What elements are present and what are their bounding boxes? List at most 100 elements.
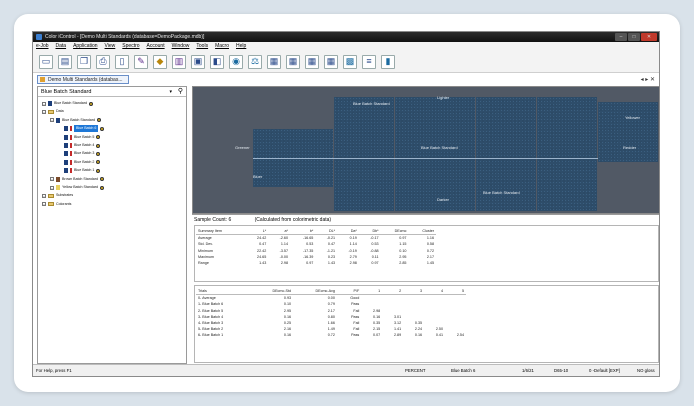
menu-tools[interactable]: Tools [196,42,208,51]
trials-column-header[interactable]: 2 [382,288,404,296]
tree-item[interactable]: – Data [42,108,64,115]
new-doc-icon[interactable]: ▭ [39,54,53,69]
tree-item[interactable]: – Yellow Batch Standard [50,184,105,191]
tree-item[interactable]: Blue Batch 6 [58,125,105,133]
color-swatch-icon [64,134,68,140]
expand-toggle-icon[interactable] [58,144,62,148]
menu-account[interactable]: Account [147,42,165,51]
trials-column-header[interactable]: Trials [196,288,251,296]
report4-icon[interactable]: ▦ [324,54,338,69]
report3-icon[interactable]: ▦ [305,54,319,69]
expand-toggle-icon[interactable]: – [42,109,46,114]
table-row[interactable]: 0- Average 0.93 0.00 Good [196,295,466,302]
table-row[interactable]: Range 1.43 2.98 0.97 1.43 2.98 0.97 2.85 1.45 [196,260,436,266]
measure-icon[interactable]: ✎ [134,54,148,69]
tree-item[interactable]: Blue Batch 2 [58,159,101,166]
tree-item[interactable]: Blue Batch 3 [58,150,101,157]
list-icon[interactable]: ≡ [362,54,376,69]
trials-column-header[interactable]: P/F [336,288,362,296]
standard-selector[interactable]: Blue Batch Standard ▾ ⚲ [38,87,186,97]
menu-ejob[interactable]: e-Job [36,42,49,51]
tree-item[interactable]: – Blue Batch Standard [50,117,101,124]
trials-column-header[interactable]: 5 [445,288,466,296]
menu-view[interactable]: View [105,42,116,51]
close-button[interactable]: ✕ [641,33,657,41]
trials-column-header[interactable]: 3 [403,288,425,296]
table-row[interactable]: Average 24.42 -2.60 -16.65 -0.21 0.19 -0.17 0.9… [196,235,436,242]
summary-column-header[interactable]: Cluster [408,228,436,236]
trials-column-header[interactable]: 1 [361,288,383,296]
open-doc-icon[interactable]: ▤ [58,54,72,69]
display-icon[interactable]: ▣ [191,54,205,69]
expand-toggle-icon[interactable] [58,169,62,173]
tree-item[interactable]: – Colorants [42,201,71,208]
maximize-button[interactable]: □ [628,33,640,41]
document-icon[interactable]: ▯ [115,54,129,69]
report-icon[interactable]: ▦ [267,54,281,69]
summary-header: Sample Count: 6 (Calculated from colorim… [192,214,659,224]
summary-column-header[interactable]: Summary Item [196,228,246,236]
summary-cell: 0.97 [371,261,379,266]
bars-icon[interactable]: ▥ [172,54,186,69]
summary-cell: Average [198,236,212,241]
print-icon[interactable]: ⎙ [96,54,110,69]
trials-column-header[interactable]: DEcmc-Avg [293,288,337,296]
menu-help[interactable]: Help [236,42,246,51]
expand-toggle-icon[interactable] [58,160,62,164]
expand-toggle-icon[interactable] [58,135,62,139]
summary-cell: 24.42 [257,236,267,241]
menu-spectro[interactable]: Spectro [122,42,139,51]
status-gloss: NO gloss [637,368,655,373]
tree-item[interactable]: Blue Batch 4 [58,142,101,149]
minimize-button[interactable]: – [615,33,627,41]
balance-icon[interactable]: ⚖ [248,54,262,69]
table-row[interactable]: 6- Blue Batch 1 0.16 0.72 Pass 0.07 2.89 0.16 0… [196,332,466,338]
expand-toggle-icon[interactable] [58,127,62,131]
grid-icon[interactable]: ▩ [343,54,357,69]
tree-item-label: Blue Batch 5 [74,134,95,139]
menu-data[interactable]: Data [56,42,67,51]
tab-nav-arrows[interactable]: ◂ ▸ ✕ [641,76,655,83]
expand-toggle-icon[interactable]: – [42,202,46,207]
spectro-icon[interactable]: ◆ [153,54,167,69]
title-bar: Color iControl - [Demo Multi Standards (… [33,32,659,42]
expand-toggle-icon[interactable]: – [42,193,46,198]
trials-column-header[interactable]: DEcmc-Std [250,288,294,296]
binoculars-icon[interactable]: ⚲ [178,87,183,97]
menu-application[interactable]: Application [73,42,97,51]
expand-toggle-icon[interactable]: – [50,185,54,190]
summary-column-header[interactable]: Da* [337,228,359,236]
tree-item[interactable]: Blue Batch 5 [58,134,101,141]
color-swatch-icon [56,176,60,182]
summary-column-header[interactable]: DEcmc [380,228,409,236]
copy-icon[interactable]: ❐ [77,54,91,69]
swatch-far-right [598,102,658,162]
summary-column-header[interactable]: DL* [315,228,338,236]
summary-column-header[interactable]: Db* [358,228,381,236]
summary-column-header[interactable]: a* [268,228,290,236]
expand-toggle-icon[interactable]: – [42,101,46,106]
menu-window[interactable]: Window [172,42,190,51]
document-tab[interactable]: Demo Multi Standards (databas... [37,75,130,84]
folder-icon [48,109,54,114]
expand-toggle-icon[interactable] [58,152,62,156]
label-center-standard: Blue Batch Standard [421,145,458,150]
tree-item[interactable]: Blue Batch 1 [58,167,101,174]
compare-icon[interactable]: ◉ [229,54,243,69]
chevron-down-icon[interactable]: ▾ [169,87,172,97]
summary-column-header[interactable]: L* [245,228,269,236]
tree-item[interactable]: – Blue Batch Standard [42,100,93,107]
trials-column-header[interactable]: 4 [424,288,446,296]
tree-item[interactable]: – Substrates [42,192,73,199]
menu-macro[interactable]: Macro [215,42,229,51]
summary-column-header[interactable]: b* [290,228,316,236]
tree-item[interactable]: – Brown Batch Standard [50,176,104,183]
color-swatch-icon [64,159,68,165]
expand-toggle-icon[interactable]: – [50,118,54,123]
expand-toggle-icon[interactable]: – [50,177,54,182]
label-bluer: Bluer [253,174,263,179]
chart-icon[interactable]: ▮ [381,54,395,69]
report2-icon[interactable]: ▦ [286,54,300,69]
swatch-icon[interactable]: ◧ [210,54,224,69]
trials-cell [361,295,382,302]
